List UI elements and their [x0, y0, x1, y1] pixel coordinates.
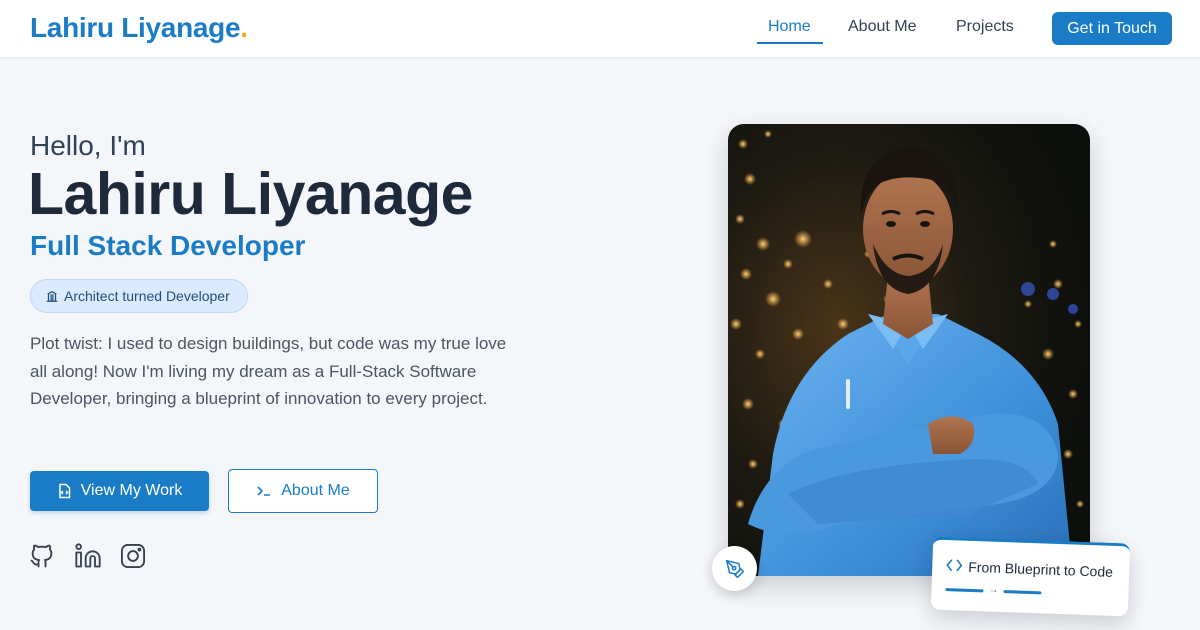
about-me-button[interactable]: About Me	[228, 469, 378, 513]
card-tagline: From Blueprint to Code	[968, 558, 1114, 580]
progress-bar-right	[1003, 589, 1042, 594]
site-logo[interactable]: Lahiru Liyanage.	[30, 12, 248, 44]
site-header: Lahiru Liyanage. Home About Me Projects …	[0, 0, 1200, 58]
progress-bar-left	[945, 587, 984, 592]
architect-badge: Architect turned Developer	[30, 279, 248, 313]
view-my-work-label: View My Work	[80, 482, 183, 499]
profile-photo	[728, 124, 1090, 576]
nav-home[interactable]: Home	[768, 18, 811, 36]
code-file-icon	[58, 483, 70, 499]
hero-name: Lahiru Liyanage	[28, 161, 473, 227]
badge-label: Architect turned Developer	[64, 288, 230, 304]
hero-role: Full Stack Developer	[30, 230, 306, 261]
code-brackets-icon	[946, 559, 963, 572]
nav-active-indicator	[757, 42, 823, 44]
nav-projects[interactable]: Projects	[956, 18, 1014, 36]
nav-about-me[interactable]: About Me	[848, 18, 916, 36]
terminal-icon	[257, 486, 271, 496]
logo-text: Lahiru Liyanage	[30, 12, 241, 43]
pen-tool-icon[interactable]	[712, 546, 757, 591]
hero-bio: Plot twist: I used to design buildings, …	[30, 334, 507, 408]
instagram-icon[interactable]	[119, 542, 147, 570]
building-icon	[46, 290, 58, 302]
view-my-work-button[interactable]: View My Work	[30, 471, 209, 511]
blueprint-to-code-card: From Blueprint to Code →	[930, 536, 1131, 617]
linkedin-icon[interactable]	[74, 542, 102, 570]
hero-greeting: Hello, I'm	[30, 130, 146, 161]
github-icon[interactable]	[28, 542, 56, 570]
logo-dot: .	[240, 12, 248, 43]
get-in-touch-button[interactable]: Get in Touch	[1052, 12, 1172, 45]
progress-arrow: →	[988, 584, 999, 596]
progress-indicator: →	[945, 584, 1042, 597]
about-me-label: About Me	[281, 482, 350, 499]
